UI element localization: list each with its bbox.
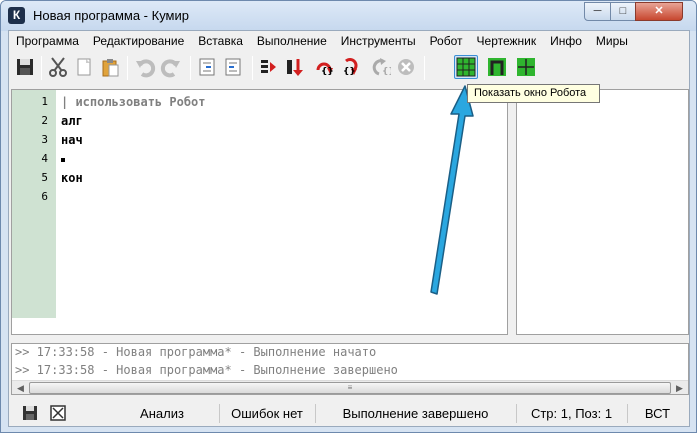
step-out-icon[interactable]: {} [368, 55, 392, 79]
copy-icon[interactable] [72, 55, 96, 79]
title-bar: К Новая программа - Кумир ─ □ ✕ [1, 1, 696, 31]
svg-text:{}: {} [321, 67, 334, 77]
redo-icon[interactable] [159, 55, 183, 79]
run-step-icon[interactable] [283, 55, 307, 79]
close-button[interactable]: ✕ [635, 2, 683, 21]
maximize-button[interactable]: □ [610, 2, 636, 21]
line-number: 2 [41, 114, 48, 127]
code-line[interactable]: кон [61, 171, 83, 185]
menu-bar: Программа Редактирование Вставка Выполне… [9, 31, 689, 51]
menu-drawer[interactable]: Чертежник [470, 31, 544, 51]
code-line[interactable]: алг [61, 114, 83, 128]
run-icon[interactable] [257, 55, 281, 79]
scroll-right-icon[interactable]: ▶ [672, 382, 687, 394]
status-errors: Ошибок нет [219, 404, 314, 423]
line-number: 4 [41, 152, 48, 165]
console-line: >> 17:33:58 - Новая программа* - Выполне… [15, 345, 377, 359]
step-into-icon[interactable]: {} [338, 55, 362, 79]
menu-edit[interactable]: Редактирование [86, 31, 191, 51]
robot-frame-icon[interactable] [485, 55, 509, 79]
menu-run[interactable]: Выполнение [250, 31, 334, 51]
menu-program[interactable]: Программа [9, 31, 86, 51]
line-number: 3 [41, 133, 48, 146]
kumir-app-icon: К [8, 7, 25, 24]
robot-grid-icon[interactable] [454, 55, 478, 79]
close-box-icon [49, 404, 67, 422]
cut-icon[interactable] [46, 55, 70, 79]
robot-tooltip: Показать окно Робота [467, 84, 600, 103]
line-number: 5 [41, 171, 48, 184]
status-bar: Анализ Ошибок нет Выполнение завершено С… [9, 399, 689, 426]
menu-worlds[interactable]: Миры [589, 31, 635, 51]
menu-robot[interactable]: Робот [423, 31, 470, 51]
menu-insert[interactable]: Вставка [191, 31, 250, 51]
toolbar: {} {} {} [9, 52, 689, 84]
scroll-left-icon[interactable]: ◀ [13, 382, 28, 394]
window-title: Новая программа - Кумир [33, 8, 189, 23]
annotation-arrow-icon [430, 85, 474, 295]
unindent-icon[interactable] [221, 55, 245, 79]
status-analysis: Анализ [140, 406, 184, 421]
horizontal-scrollbar[interactable]: ◀ ≡ ▶ [12, 380, 688, 394]
minimize-button[interactable]: ─ [584, 2, 611, 21]
svg-text:{}: {} [382, 67, 391, 77]
stop-icon[interactable] [394, 55, 418, 79]
console-line: >> 17:33:58 - Новая программа* - Выполне… [15, 363, 398, 377]
status-cursor-position: Стр: 1, Поз: 1 [516, 404, 626, 423]
paste-icon[interactable] [98, 55, 122, 79]
code-line[interactable]: | использовать Робот [61, 95, 206, 109]
save-status-icon [21, 404, 39, 422]
undo-icon[interactable] [133, 55, 157, 79]
menu-tools[interactable]: Инструменты [334, 31, 423, 51]
line-number-gutter: 1 2 3 4 5 6 [12, 90, 56, 318]
robot-cross-icon[interactable] [514, 55, 538, 79]
code-line[interactable]: нач [61, 133, 83, 147]
line-number: 6 [41, 190, 48, 203]
status-insert-mode: ВСТ [627, 404, 687, 423]
scroll-thumb[interactable]: ≡ [29, 382, 671, 394]
app-window: К Новая программа - Кумир ─ □ ✕ Программ… [0, 0, 697, 433]
indent-icon[interactable] [195, 55, 219, 79]
status-execution: Выполнение завершено [315, 404, 515, 423]
step-over-icon[interactable]: {} [312, 55, 336, 79]
text-cursor [61, 158, 65, 162]
margin-panel [516, 89, 689, 335]
output-console[interactable]: >> 17:33:58 - Новая программа* - Выполне… [11, 343, 689, 395]
line-number: 1 [41, 95, 48, 108]
menu-info[interactable]: Инфо [543, 31, 589, 51]
svg-text:{}: {} [343, 67, 356, 77]
save-icon[interactable] [13, 55, 37, 79]
